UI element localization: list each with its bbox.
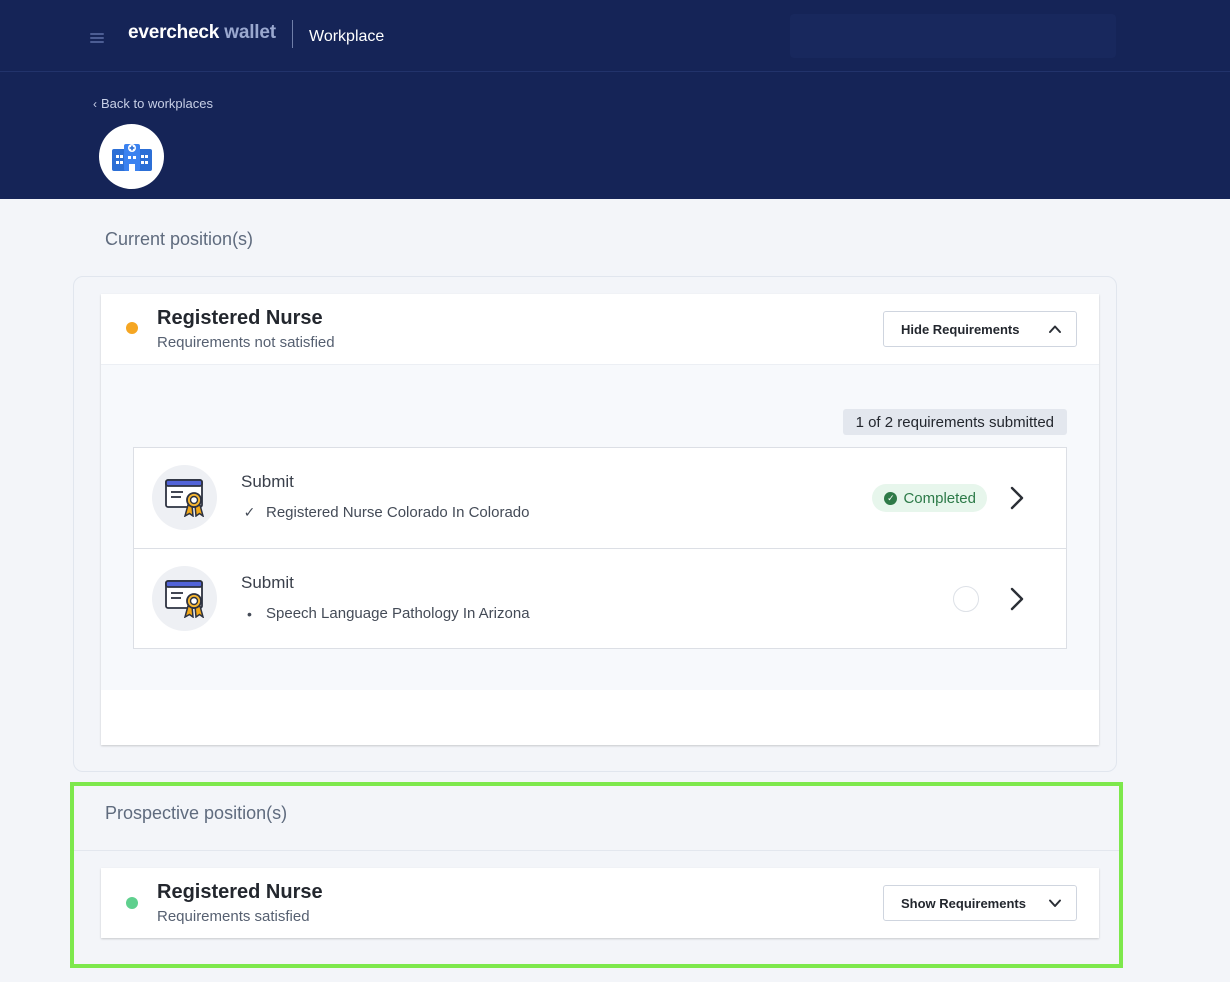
top-navigation-bar: evercheck wallet Workplace — [0, 0, 1230, 72]
check-icon: ✓ — [243, 504, 256, 520]
requirement-title: Submit — [241, 573, 294, 592]
position-title: Registered Nurse — [157, 881, 323, 903]
brand-logo[interactable]: evercheck wallet — [128, 22, 276, 44]
show-requirements-button[interactable]: Show Requirements — [883, 885, 1077, 921]
back-link-label: Back to workplaces — [101, 96, 213, 111]
brand-name: evercheck — [128, 22, 220, 43]
position-card: Registered Nurse Requirements satisfied … — [101, 868, 1099, 938]
hamburger-menu-icon[interactable] — [90, 33, 104, 43]
completed-status-badge: ✓ Completed — [872, 484, 987, 512]
chevron-up-icon — [1049, 325, 1061, 333]
hospital-icon — [111, 143, 152, 171]
chevron-right-icon[interactable] — [1008, 585, 1026, 613]
current-positions-heading: Current position(s) — [105, 229, 254, 249]
divider — [74, 850, 1119, 851]
position-title: Registered Nurse — [157, 307, 323, 329]
requirement-detail-text: Speech Language Pathology In Arizona — [266, 605, 530, 622]
requirement-icon-wrap — [152, 566, 217, 631]
brand-accent: wallet — [224, 22, 276, 43]
requirements-area: 1 of 2 requirements submitted Submit ✓ R… — [101, 364, 1099, 690]
position-card-header: Registered Nurse Requirements satisfied … — [101, 868, 1099, 938]
requirements-list: Submit ✓ Registered Nurse Colorado In Co… — [133, 447, 1067, 649]
current-positions-panel: Registered Nurse Requirements not satisf… — [73, 276, 1117, 772]
show-requirements-label: Show Requirements — [901, 895, 1026, 911]
position-card-header: Registered Nurse Requirements not satisf… — [101, 294, 1099, 364]
requirement-detail-text: Registered Nurse Colorado In Colorado — [266, 504, 530, 521]
org-avatar — [99, 124, 164, 189]
requirement-row[interactable]: Submit • Speech Language Pathology In Ar… — [134, 548, 1066, 648]
requirement-title: Submit — [241, 472, 294, 491]
requirement-detail: • Speech Language Pathology In Arizona — [243, 605, 530, 622]
hide-requirements-label: Hide Requirements — [901, 321, 1020, 337]
chevron-right-icon[interactable] — [1008, 484, 1026, 512]
back-to-workplaces-link[interactable]: ‹ Back to workplaces — [93, 96, 213, 111]
prospective-positions-heading: Prospective position(s) — [105, 803, 288, 823]
check-circle-icon: ✓ — [884, 491, 898, 505]
chevron-left-icon: ‹ — [93, 96, 97, 111]
requirement-icon-wrap — [152, 465, 217, 530]
position-status-text: Requirements satisfied — [157, 908, 310, 925]
pending-status-circle-icon — [953, 586, 979, 612]
section-title: Workplace — [309, 28, 385, 45]
hide-requirements-button[interactable]: Hide Requirements — [883, 311, 1077, 347]
requirement-detail: ✓ Registered Nurse Colorado In Colorado — [243, 504, 530, 521]
requirement-row[interactable]: Submit ✓ Registered Nurse Colorado In Co… — [134, 448, 1066, 548]
brand-divider — [292, 20, 293, 48]
requirements-progress-badge: 1 of 2 requirements submitted — [842, 409, 1067, 435]
completed-status-label: Completed — [903, 489, 976, 507]
bullet-icon: • — [247, 605, 252, 622]
certificate-icon — [164, 579, 204, 618]
status-dot — [126, 897, 138, 909]
position-status-text: Requirements not satisfied — [157, 334, 335, 351]
certificate-icon — [164, 478, 204, 517]
workplace-hero: ‹ Back to workplaces — [0, 72, 1230, 199]
position-card: Registered Nurse Requirements not satisf… — [101, 294, 1099, 745]
status-dot — [126, 322, 138, 334]
top-search-area[interactable] — [790, 14, 1116, 58]
chevron-down-icon — [1049, 899, 1061, 907]
